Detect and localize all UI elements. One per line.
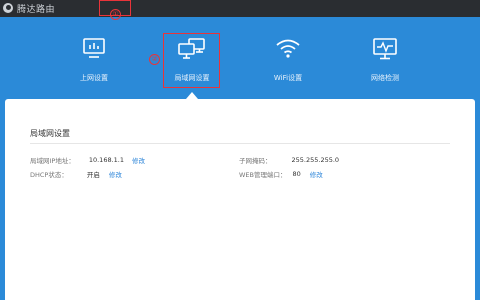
dhcp-label: DHCP状态： xyxy=(30,171,68,179)
dhcp-row: DHCP状态： 开启 修改 xyxy=(30,169,122,179)
web-port-label: WEB管理端口： xyxy=(239,171,287,179)
logo-icon xyxy=(3,3,13,13)
subnet-mask-row: 子网掩码： 255.255.255.0 xyxy=(239,155,339,165)
annotation-marker-1: ① xyxy=(110,9,121,20)
web-port-value: 80 xyxy=(292,170,301,178)
dhcp-edit-link[interactable]: 修改 xyxy=(109,169,122,179)
nav-item-network-check[interactable]: 网络检测 xyxy=(345,30,425,90)
annotation-marker-2: ② xyxy=(149,54,160,65)
lan-ip-row: 局域网IP地址： 10.168.1.1 修改 xyxy=(30,155,145,165)
wifi-icon xyxy=(276,39,300,58)
top-bar: 腾达路由 xyxy=(0,0,480,17)
logo-text: 腾达路由 xyxy=(17,4,56,15)
annotation-highlight-2 xyxy=(163,33,220,88)
lan-ip-value: 10.168.1.1 xyxy=(88,156,124,164)
nav-item-internet-settings[interactable]: 上网设置 xyxy=(54,30,134,90)
subnet-mask-value: 255.255.255.0 xyxy=(291,156,340,164)
nav-item-label: WiFi设置 xyxy=(273,74,303,82)
nav-item-wifi-settings[interactable]: WiFi设置 xyxy=(248,30,328,90)
web-port-edit-link[interactable]: 修改 xyxy=(310,169,323,179)
lan-settings-panel: 局域网设置 局域网IP地址： 10.168.1.1 修改 DHCP状态： 开启 … xyxy=(5,99,475,300)
web-port-row: WEB管理端口： 80 修改 xyxy=(239,169,323,179)
subnet-mask-label: 子网掩码： xyxy=(239,157,272,165)
panel-title: 局域网设置 xyxy=(30,129,70,138)
nav-item-label: 网络检测 xyxy=(371,74,399,82)
network-check-icon xyxy=(373,38,397,60)
lan-ip-label: 局域网IP地址： xyxy=(30,157,75,165)
divider xyxy=(30,143,450,144)
logo: 腾达路由 xyxy=(3,2,56,15)
monitor-chart-icon xyxy=(83,38,105,58)
nav-item-label: 上网设置 xyxy=(80,74,108,82)
dhcp-value: 开启 xyxy=(86,171,100,179)
selected-tab-pointer xyxy=(186,92,198,99)
lan-ip-edit-link[interactable]: 修改 xyxy=(132,155,145,165)
